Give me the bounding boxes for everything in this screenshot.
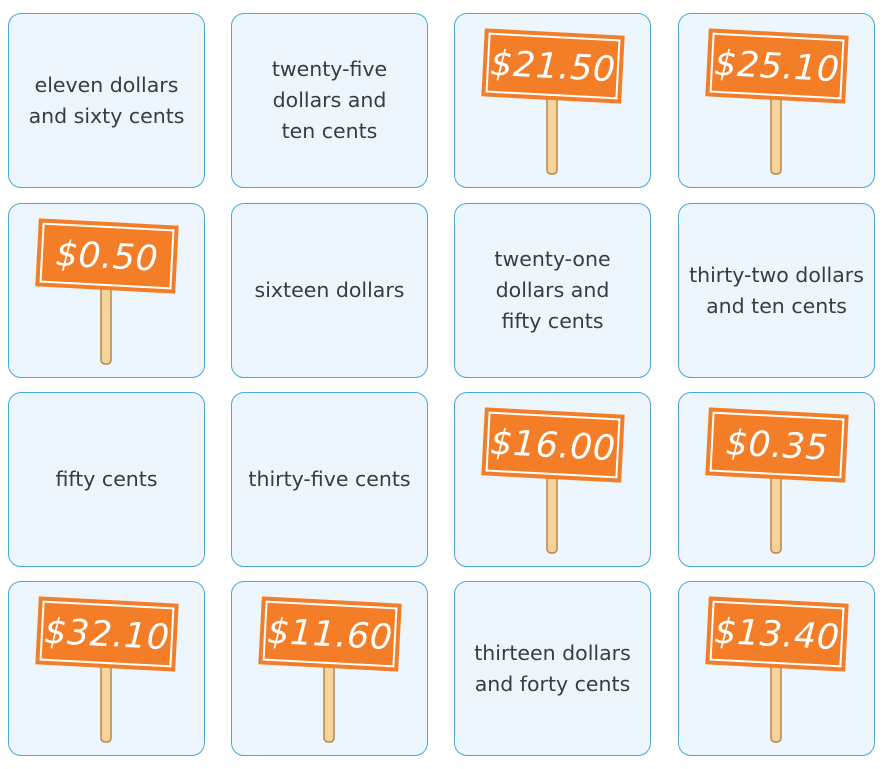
word-card[interactable]: twenty-one dollars and fifty cents (454, 203, 651, 378)
price-card[interactable]: $32.10 (8, 581, 205, 756)
price-label: $13.40 (713, 612, 840, 659)
price-card[interactable]: $11.60 (231, 581, 428, 756)
amount-in-words: twenty-five dollars and ten cents (271, 57, 388, 143)
amount-in-words: fifty cents (55, 467, 158, 491)
price-sign-icon: $0.50 (35, 218, 179, 365)
price-card[interactable]: $0.35 (678, 392, 875, 567)
price-label: $0.50 (55, 234, 160, 279)
word-card[interactable]: eleven dollars and sixty cents (8, 13, 205, 188)
amount-in-words: thirty-two dollars and ten cents (689, 262, 864, 318)
price-label: $11.60 (266, 612, 393, 659)
word-card[interactable]: sixteen dollars (231, 203, 428, 378)
price-card[interactable]: $21.50 (454, 13, 651, 188)
word-card[interactable]: twenty-five dollars and ten cents (231, 13, 428, 188)
amount-in-words: twenty-one dollars and fifty cents (494, 247, 611, 333)
word-card[interactable]: thirty-five cents (231, 392, 428, 567)
word-card[interactable]: fifty cents (8, 392, 205, 567)
price-card[interactable]: $13.40 (678, 581, 875, 756)
price-label: $32.10 (43, 612, 170, 659)
price-sign-icon: $25.10 (705, 28, 849, 175)
word-card[interactable]: thirteen dollars and forty cents (454, 581, 651, 756)
price-label: $21.50 (489, 44, 616, 91)
price-sign-icon: $11.60 (258, 596, 402, 743)
amount-in-words: thirty-five cents (248, 467, 411, 491)
price-label: $0.35 (725, 423, 830, 468)
price-sign-icon: $0.35 (705, 407, 849, 554)
price-label: $16.00 (489, 423, 616, 470)
price-card[interactable]: $25.10 (678, 13, 875, 188)
amount-in-words: eleven dollars and sixty cents (28, 72, 185, 128)
amount-in-words: sixteen dollars (254, 278, 405, 302)
matching-card-grid: eleven dollars and sixty cents twenty-fi… (0, 0, 888, 769)
price-card[interactable]: $16.00 (454, 392, 651, 567)
price-label: $25.10 (713, 44, 840, 91)
price-sign-icon: $16.00 (481, 407, 625, 554)
amount-in-words: thirteen dollars and forty cents (474, 640, 631, 696)
price-sign-icon: $13.40 (705, 596, 849, 743)
price-card[interactable]: $0.50 (8, 203, 205, 378)
word-card[interactable]: thirty-two dollars and ten cents (678, 203, 875, 378)
price-sign-icon: $32.10 (35, 596, 179, 743)
price-sign-icon: $21.50 (481, 28, 625, 175)
